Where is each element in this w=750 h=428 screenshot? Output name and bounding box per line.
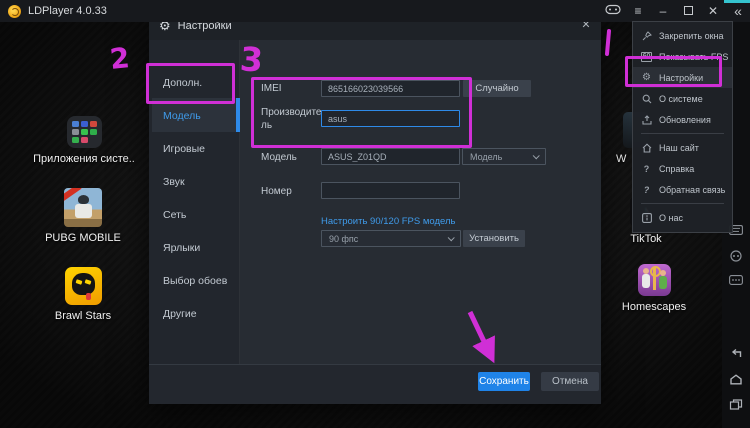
manufacturer-label: Производитель (261, 107, 323, 132)
fps-dropdown-value: 90 фпс (329, 234, 358, 244)
feedback-question-icon: ? (641, 184, 652, 195)
teal-strip (724, 0, 750, 3)
upload-icon (641, 114, 652, 125)
homescapes-icon (638, 264, 671, 296)
sidebar-item-shortcuts[interactable]: Ярлыки (163, 242, 200, 254)
dialog-sidebar: Дополн. Модель Игровые Звук Сеть Ярлыки … (149, 40, 240, 364)
menu-item-settings[interactable]: ⚙ Настройки (633, 67, 732, 88)
fps-model-link[interactable]: Настроить 90/120 FPS модель (321, 216, 455, 227)
number-label: Номер (261, 186, 292, 199)
imei-label: IMEI (261, 83, 282, 96)
app-pubg-mobile[interactable]: PUBG MOBILE (27, 188, 139, 244)
model-preset-value: Модель (470, 152, 502, 162)
chevron-down-icon (533, 152, 540, 159)
cancel-button[interactable]: Отмена (541, 372, 599, 391)
random-imei-button[interactable]: Случайно (463, 80, 531, 97)
sidebar-item-network[interactable]: Сеть (163, 209, 186, 221)
sidebar-item-wallpaper[interactable]: Выбор обоев (163, 275, 227, 287)
system-apps-icon (67, 116, 102, 148)
menu-item-our-site[interactable]: Наш сайт (633, 137, 732, 158)
app-label: TikTok (610, 233, 682, 245)
context-menu: Закрепить окна 60 Показывать FPS ⚙ Настр… (632, 21, 733, 233)
controller-icon[interactable] (730, 250, 742, 262)
app-label: Приложения систе.. (28, 153, 140, 165)
close-icon[interactable]: ✕ (705, 0, 721, 22)
fps-dropdown[interactable]: 90 фпс (321, 230, 461, 247)
sidebar-item-other[interactable]: Другие (163, 308, 197, 320)
app-label: PUBG MOBILE (27, 232, 139, 244)
settings-dialog: ⚙ Настройки ✕ Дополн. Модель Игровые Зву… (149, 12, 601, 404)
model-input[interactable] (321, 148, 460, 165)
window-title: LDPlayer 4.0.33 (28, 5, 107, 17)
menu-separator (641, 133, 724, 134)
menu-item-pin-windows[interactable]: Закрепить окна (633, 25, 732, 46)
menu-item-about-system[interactable]: О системе (633, 88, 732, 109)
menu-item-about-us[interactable]: О нас (633, 207, 732, 228)
pin-icon (641, 30, 652, 41)
chevron-down-icon (448, 234, 455, 241)
imei-input[interactable] (321, 80, 460, 97)
dialog-footer: Сохранить Отмена (149, 364, 601, 404)
recent-apps-icon[interactable] (730, 399, 743, 410)
minimize-icon[interactable]: – (655, 0, 671, 22)
menu-item-updates[interactable]: Обновления (633, 109, 732, 130)
dialog-main-panel: IMEI Случайно Производитель Модель Модел… (240, 40, 601, 364)
gear-icon: ⚙ (641, 72, 652, 83)
menu-separator (641, 203, 724, 204)
sidebar-item-sound[interactable]: Звук (163, 176, 185, 188)
more-options-icon[interactable] (729, 275, 743, 285)
pubg-icon (64, 188, 102, 227)
sidebar-item-model[interactable]: Модель (163, 110, 201, 122)
menu-item-show-fps[interactable]: 60 Показывать FPS (633, 46, 732, 67)
menu-item-feedback[interactable]: ? Обратная связь (633, 179, 732, 200)
back-icon[interactable] (730, 348, 743, 359)
model-preset-dropdown[interactable]: Модель (462, 148, 546, 165)
app-brawl-stars[interactable]: Brawl Stars (27, 267, 139, 322)
magnifier-icon (641, 93, 652, 104)
gamepad-icon[interactable] (605, 0, 621, 22)
brawl-stars-icon (65, 267, 102, 305)
maximize-icon[interactable] (680, 0, 696, 22)
menu-icon[interactable]: ≡ (630, 0, 646, 22)
menu-item-help[interactable]: ? Справка (633, 158, 732, 179)
manufacturer-input[interactable] (321, 110, 460, 127)
model-label: Модель (261, 152, 297, 165)
sidebar-item-games[interactable]: Игровые (163, 143, 205, 155)
app-label: Homescapes (618, 301, 690, 313)
app-system-apps[interactable]: Приложения систе.. (28, 116, 140, 165)
info-icon (641, 212, 652, 223)
app-homescapes[interactable]: Homescapes (618, 264, 690, 313)
window-titlebar: LDPlayer 4.0.33 ≡ – ✕ « (0, 0, 750, 22)
save-button[interactable]: Сохранить (478, 372, 530, 391)
home-icon (641, 142, 652, 153)
number-input[interactable] (321, 182, 460, 199)
home-nav-icon[interactable] (730, 374, 743, 385)
ldplayer-logo-icon (8, 5, 21, 18)
fps-60-icon: 60 (641, 51, 652, 62)
sidebar-item-dopoln[interactable]: Дополн. (163, 77, 202, 89)
collapse-icon[interactable]: « (730, 0, 746, 22)
question-icon: ? (641, 163, 652, 174)
install-button[interactable]: Установить (463, 230, 525, 247)
app-label: Brawl Stars (27, 310, 139, 322)
